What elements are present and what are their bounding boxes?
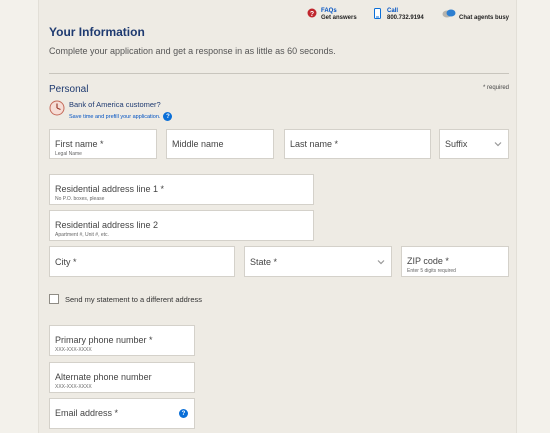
chat-link[interactable]: Chat agents busy [442,9,509,22]
first-name-field[interactable]: First name * Legal Name [49,129,157,159]
faqs-label: FAQs [321,8,337,14]
first-name-hint: Legal Name [55,151,82,157]
alternate-phone-field[interactable]: Alternate phone number XXX-XXX-XXXX [49,362,195,393]
last-name-label: Last name * [290,139,339,149]
chat-label: Chat agents busy [459,15,510,21]
zip-hint: Enter 5 digits required [407,268,456,274]
alternate-phone-label: Alternate phone number [55,372,152,382]
clock-icon [49,100,65,116]
call-link[interactable]: Call 800.732.9194 [373,8,424,22]
zip-field[interactable]: ZIP code * Enter 5 digits required [401,246,509,277]
svg-text:?: ? [310,11,314,18]
address-line2-label: Residential address line 2 [55,220,159,230]
city-field[interactable]: City * [49,246,235,277]
email-field[interactable]: Email address * ? [49,398,195,429]
suffix-select[interactable]: Suffix [439,129,509,159]
zip-label: ZIP code * [407,256,449,266]
primary-phone-label: Primary phone number * [55,335,153,345]
state-label: State * [250,257,278,267]
address-line2-field[interactable]: Residential address line 2 Apartment #, … [49,210,314,241]
different-address-checkbox[interactable] [49,294,59,304]
address-line1-hint: No P.O. boxes, please [55,196,105,202]
city-label: City * [55,257,77,267]
alternate-phone-hint: XXX-XXX-XXXX [55,384,92,390]
section-title: Personal [49,84,89,95]
chat-bubble-icon [442,9,456,18]
application-panel: ? FAQs Get answers Call 800.732.9194 Cha… [38,0,517,433]
middle-name-field[interactable]: Middle name [166,129,274,159]
address-line1-label: Residential address line 1 * [55,184,165,194]
middle-name-label: Middle name [172,139,224,149]
address-line1-field[interactable]: Residential address line 1 * No P.O. box… [49,174,314,205]
prefill-link[interactable]: Save time and prefill your application. [69,114,160,120]
intro-text: Complete your application and get a resp… [49,46,336,56]
call-number: 800.732.9194 [387,15,424,21]
faqs-link[interactable]: ? FAQs Get answers [307,8,357,22]
suffix-label: Suffix [445,139,468,149]
different-address-option[interactable]: Send my statement to a different address [49,294,202,304]
chevron-down-icon [494,142,502,147]
state-select[interactable]: State * [244,246,392,277]
last-name-field[interactable]: Last name * [284,129,431,159]
primary-phone-field[interactable]: Primary phone number * XXX-XXX-XXXX [49,325,195,356]
email-help-icon[interactable]: ? [179,409,188,418]
boa-customer-prompt: Bank of America customer? Save time and … [49,100,173,121]
first-name-label: First name * [55,139,104,149]
boa-question: Bank of America customer? [69,100,161,109]
section-divider [49,73,509,74]
page-title: Your Information [49,25,145,39]
different-address-label: Send my statement to a different address [65,294,203,304]
call-label: Call [387,8,399,14]
help-icon[interactable]: ? [163,112,173,121]
required-note: * required [482,85,509,91]
faqs-sub: Get answers [321,15,357,21]
help-question-icon: ? [307,8,317,18]
email-label: Email address * [55,408,119,418]
primary-phone-hint: XXX-XXX-XXXX [55,347,92,353]
phone-icon [374,8,381,19]
chevron-down-icon [377,259,385,264]
address-line2-hint: Apartment #, Unit #, etc. [55,232,109,238]
